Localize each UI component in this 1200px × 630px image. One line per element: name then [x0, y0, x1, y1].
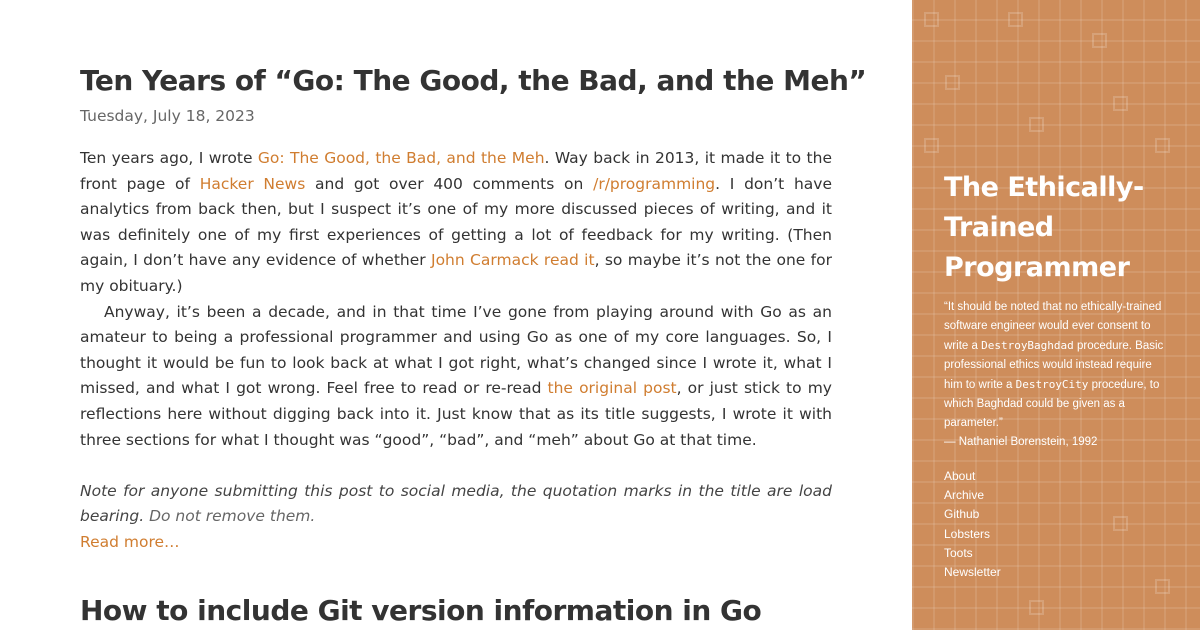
sidebar: The Ethically-Trained Programmer “It sho… — [912, 0, 1200, 630]
john-carmack-link[interactable]: John Carmack read it — [431, 251, 595, 269]
nav-item: About — [944, 467, 1001, 486]
note-emphasis: Do not remove them. — [144, 507, 316, 526]
nav-link-archive[interactable]: Archive — [944, 488, 984, 502]
pattern-square — [945, 75, 960, 90]
text: and got over 400 comments on — [305, 174, 594, 193]
pattern-square — [1029, 117, 1044, 132]
quote-attribution: — Nathaniel Borenstein, 1992 — [944, 436, 1098, 448]
pattern-square — [1155, 579, 1170, 594]
post-date: Tuesday, July 18, 2023 — [80, 107, 255, 125]
code-destroy-city: DestroyCity — [1015, 378, 1089, 391]
reddit-programming-link[interactable]: /r/programming — [593, 175, 715, 193]
nav-link-toots[interactable]: Toots — [944, 546, 973, 560]
sidebar-nav: About Archive Github Lobsters Toots News… — [944, 467, 1001, 582]
nav-link-newsletter[interactable]: Newsletter — [944, 565, 1001, 579]
pattern-square — [1113, 516, 1128, 531]
pattern-square — [1029, 600, 1044, 615]
nav-item: Lobsters — [944, 525, 1001, 544]
text: Ten years ago, I wrote — [80, 149, 258, 167]
original-post-link[interactable]: Go: The Good, the Bad, and the Meh — [258, 149, 545, 167]
post-title[interactable]: Ten Years of “Go: The Good, the Bad, and… — [80, 64, 867, 97]
original-post-link-2[interactable]: the original post — [548, 379, 677, 397]
nav-link-github[interactable]: Github — [944, 507, 979, 521]
pattern-square — [1092, 33, 1107, 48]
post-title[interactable]: How to include Git version information i… — [80, 594, 762, 627]
paragraph: Ten years ago, I wrote Go: The Good, the… — [80, 146, 832, 300]
social-media-note: Note for anyone submitting this post to … — [80, 479, 832, 530]
nav-item: Toots — [944, 544, 1001, 563]
pattern-square — [1155, 138, 1170, 153]
code-destroy-baghdad: DestroyBaghdad — [981, 339, 1074, 352]
post-excerpt: Ten years ago, I wrote Go: The Good, the… — [80, 146, 832, 556]
nav-link-lobsters[interactable]: Lobsters — [944, 527, 990, 541]
read-more-link[interactable]: Read more… — [80, 533, 180, 551]
hacker-news-link[interactable]: Hacker News — [200, 175, 306, 193]
pattern-square — [924, 138, 939, 153]
paragraph: Anyway, it’s been a decade, and in that … — [80, 300, 832, 454]
nav-link-about[interactable]: About — [944, 469, 975, 483]
pattern-square — [924, 12, 939, 27]
pattern-square — [1113, 96, 1128, 111]
nav-item: Github — [944, 505, 1001, 524]
site-quote: “It should be noted that no ethically-tr… — [944, 298, 1168, 452]
main-content: Ten Years of “Go: The Good, the Bad, and… — [80, 0, 867, 630]
nav-item: Newsletter — [944, 563, 1001, 582]
nav-item: Archive — [944, 486, 1001, 505]
site-title[interactable]: The Ethically-Trained Programmer — [944, 168, 1174, 288]
pattern-square — [1008, 12, 1023, 27]
